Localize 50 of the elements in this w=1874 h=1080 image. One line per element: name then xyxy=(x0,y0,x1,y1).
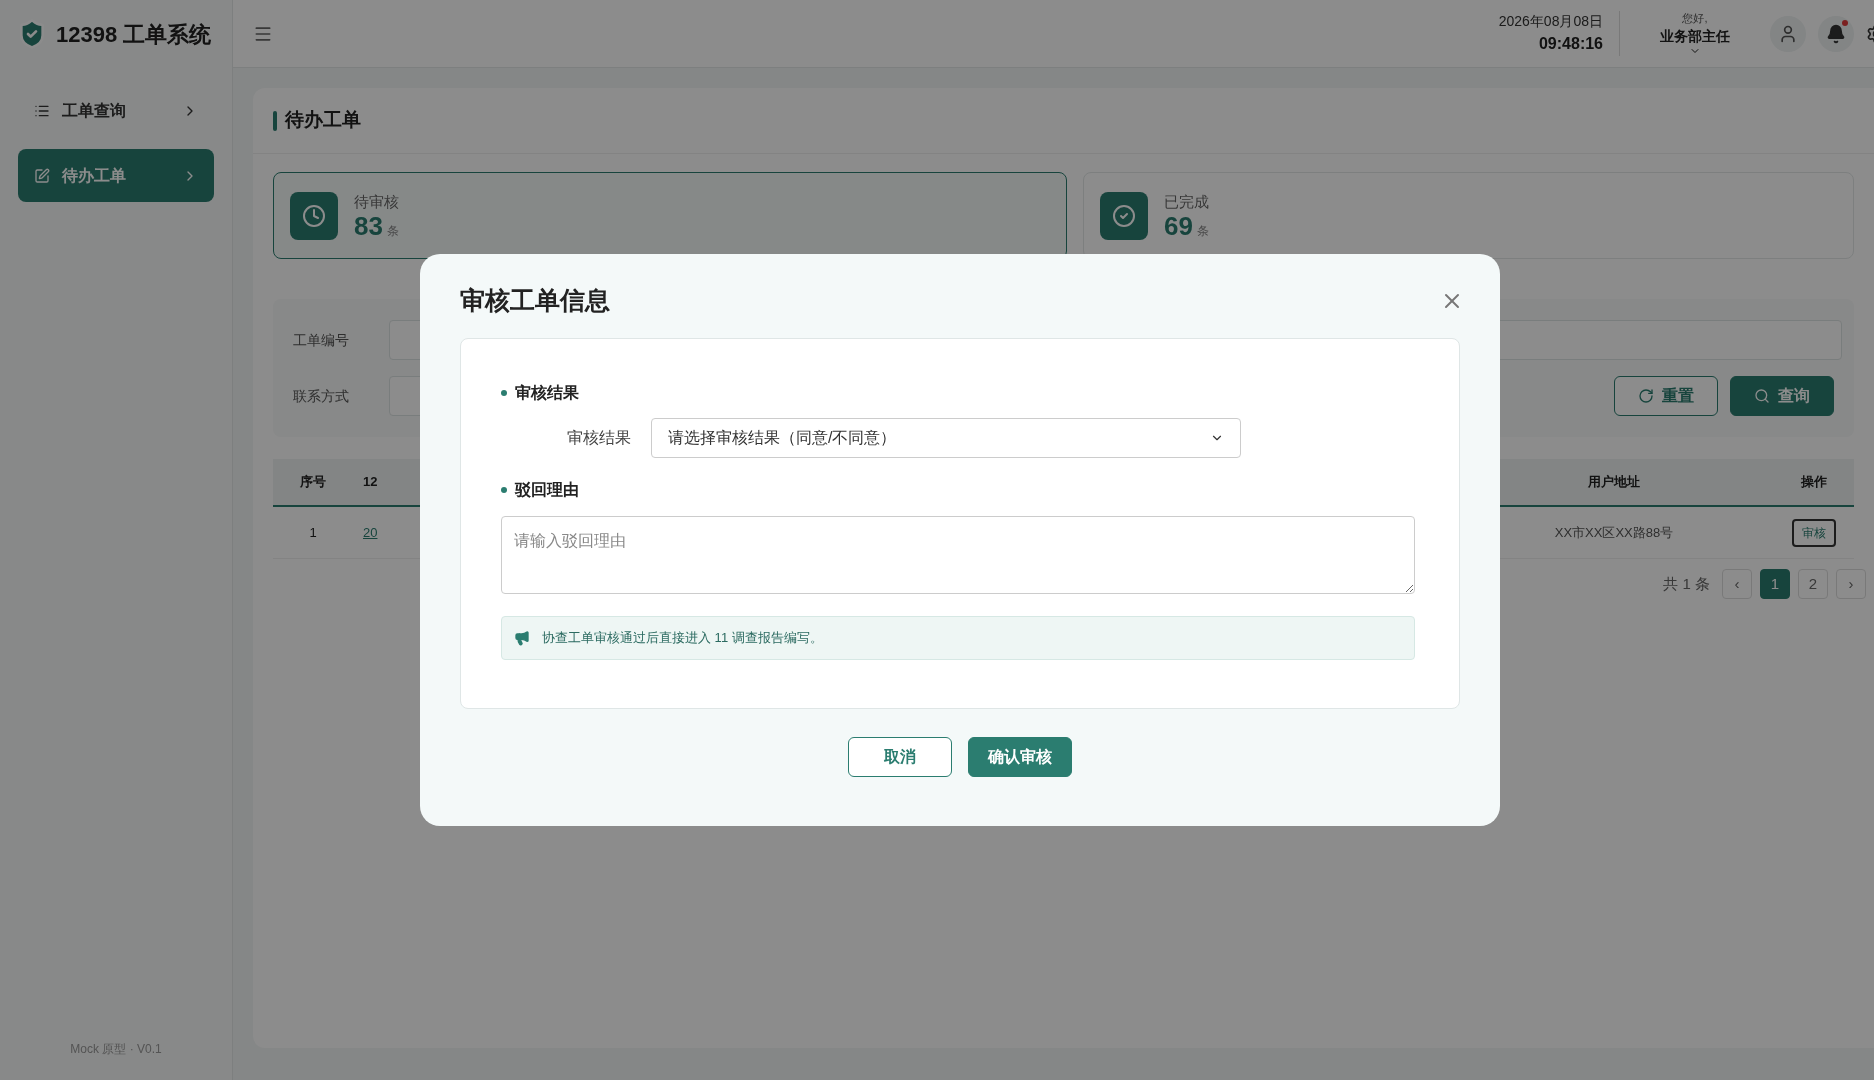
section-heading: 审核结果 xyxy=(515,382,579,403)
app-title: 12398 工单系统 xyxy=(56,20,212,49)
filter-label: 工单编号 xyxy=(293,330,350,350)
megaphone-icon xyxy=(514,629,530,646)
column-header: 12 xyxy=(362,473,379,492)
time-text: 09:48:16 xyxy=(1538,34,1603,54)
date-text: 2026年08月08日 xyxy=(1498,12,1603,31)
page-title: 待办工单 xyxy=(285,108,361,133)
page-button[interactable]: 2 xyxy=(1798,569,1828,599)
primary-button[interactable]: 确认审核 xyxy=(968,736,1072,777)
order-link[interactable]: 20 xyxy=(353,522,413,543)
stat-card[interactable]: 待审核 83 条 xyxy=(273,172,1067,259)
dialog-title: 审核工单信息 xyxy=(460,285,610,316)
notice-text: 协查工单审核通过后直接进入 11 调查报告编写。 xyxy=(542,628,823,647)
primary-button[interactable]: 查询 xyxy=(1730,376,1834,416)
table-cell-text: 1 xyxy=(308,523,318,542)
user-button[interactable] xyxy=(1770,15,1806,52)
total-count: 共 1 条 xyxy=(1663,573,1710,594)
stat-value: 83 xyxy=(354,213,383,240)
field-label: 审核结果 xyxy=(566,427,632,448)
search-icon xyxy=(1754,388,1770,404)
notification-button[interactable] xyxy=(1818,15,1854,52)
page-button[interactable]: 1 xyxy=(1760,569,1790,599)
sidebar-item[interactable]: 待办工单 xyxy=(18,149,214,202)
edit-icon xyxy=(34,167,50,184)
stat-unit: 条 xyxy=(386,223,399,241)
table-cell-text: XX市XX区XX路88号 xyxy=(1553,523,1675,542)
reason-field[interactable]: 请输入驳回理由 xyxy=(501,515,1415,594)
user-icon xyxy=(1778,23,1798,44)
stat-unit: 条 xyxy=(1196,223,1209,241)
prev-page-button[interactable]: ‹ xyxy=(1722,569,1752,599)
next-page-button[interactable]: › xyxy=(1836,569,1866,599)
column-header: 序号 xyxy=(299,473,327,492)
stat-label: 待审核 xyxy=(354,191,399,212)
clock-icon xyxy=(290,191,338,240)
check-icon xyxy=(1100,191,1148,240)
user-menu[interactable]: 您好, 业务部主任 xyxy=(1660,9,1730,58)
column-header: 操作 xyxy=(1800,473,1828,492)
result-select[interactable]: 请选择审核结果（同意/不同意） xyxy=(651,417,1241,458)
secondary-button[interactable]: 取消 xyxy=(848,736,952,777)
stat-label: 已完成 xyxy=(1164,191,1209,212)
secondary-button[interactable]: 重置 xyxy=(1614,376,1718,416)
review-button[interactable]: 审核 xyxy=(1792,518,1836,547)
section-heading: 驳回理由 xyxy=(515,479,579,500)
refresh-icon xyxy=(1638,388,1654,404)
bell-icon xyxy=(1826,23,1846,44)
column-header: 用户地址 xyxy=(1587,473,1641,492)
filter-label: 联系方式 xyxy=(293,386,350,406)
stat-value: 69 xyxy=(1164,213,1193,240)
sidebar-item[interactable]: 工单查询 xyxy=(18,84,214,137)
